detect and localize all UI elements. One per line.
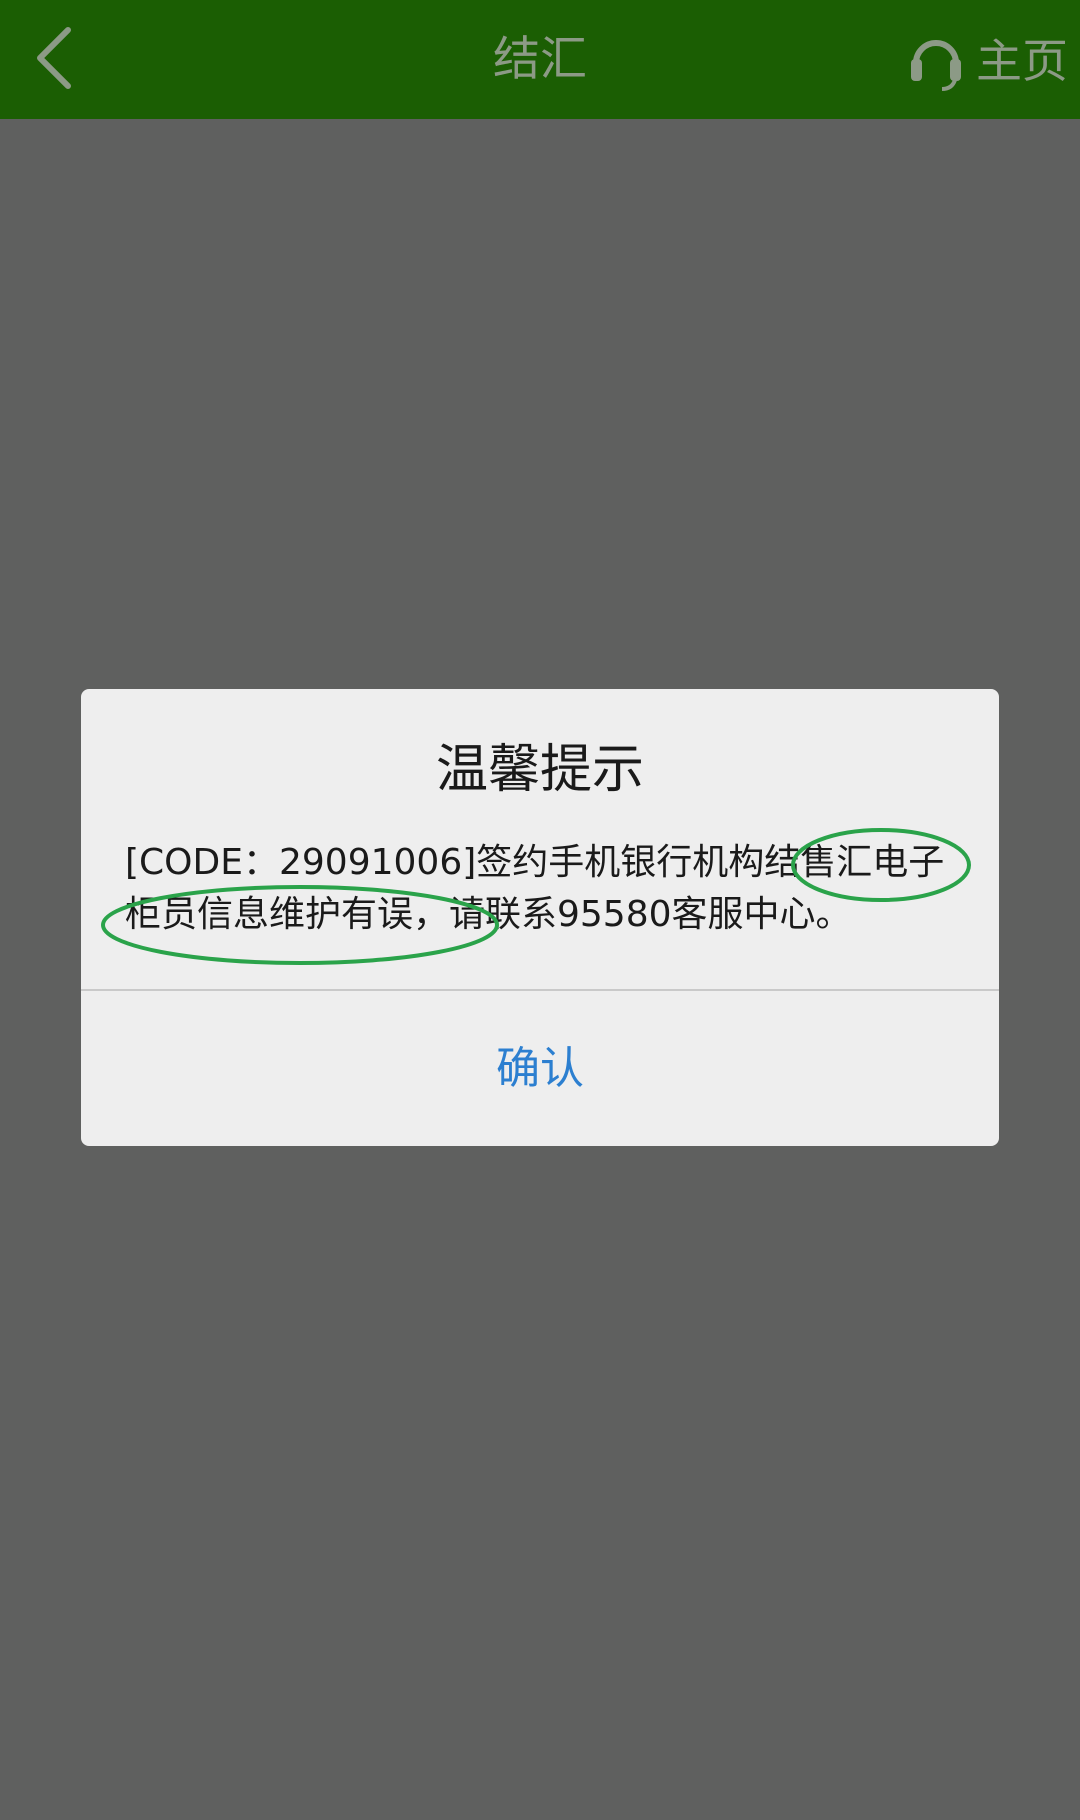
chevron-left-icon xyxy=(37,27,71,89)
home-button[interactable]: 主页 xyxy=(908,18,1068,98)
confirm-button[interactable]: 确认 xyxy=(81,991,999,1146)
top-navigation-bar: 结汇 主页 xyxy=(0,0,1080,119)
home-label: 主页 xyxy=(976,34,1068,88)
dialog-title: 温馨提示 xyxy=(435,740,644,800)
dialog-message: [CODE：29091006]签约手机银行机构结售汇电子柜员信息维护有误，请联系… xyxy=(125,842,945,935)
alert-dialog: 温馨提示 [CODE：29091006]签约手机银行机构结售汇电子柜员信息维护有… xyxy=(81,689,999,1146)
back-button[interactable] xyxy=(22,18,102,98)
headset-icon xyxy=(911,40,961,91)
